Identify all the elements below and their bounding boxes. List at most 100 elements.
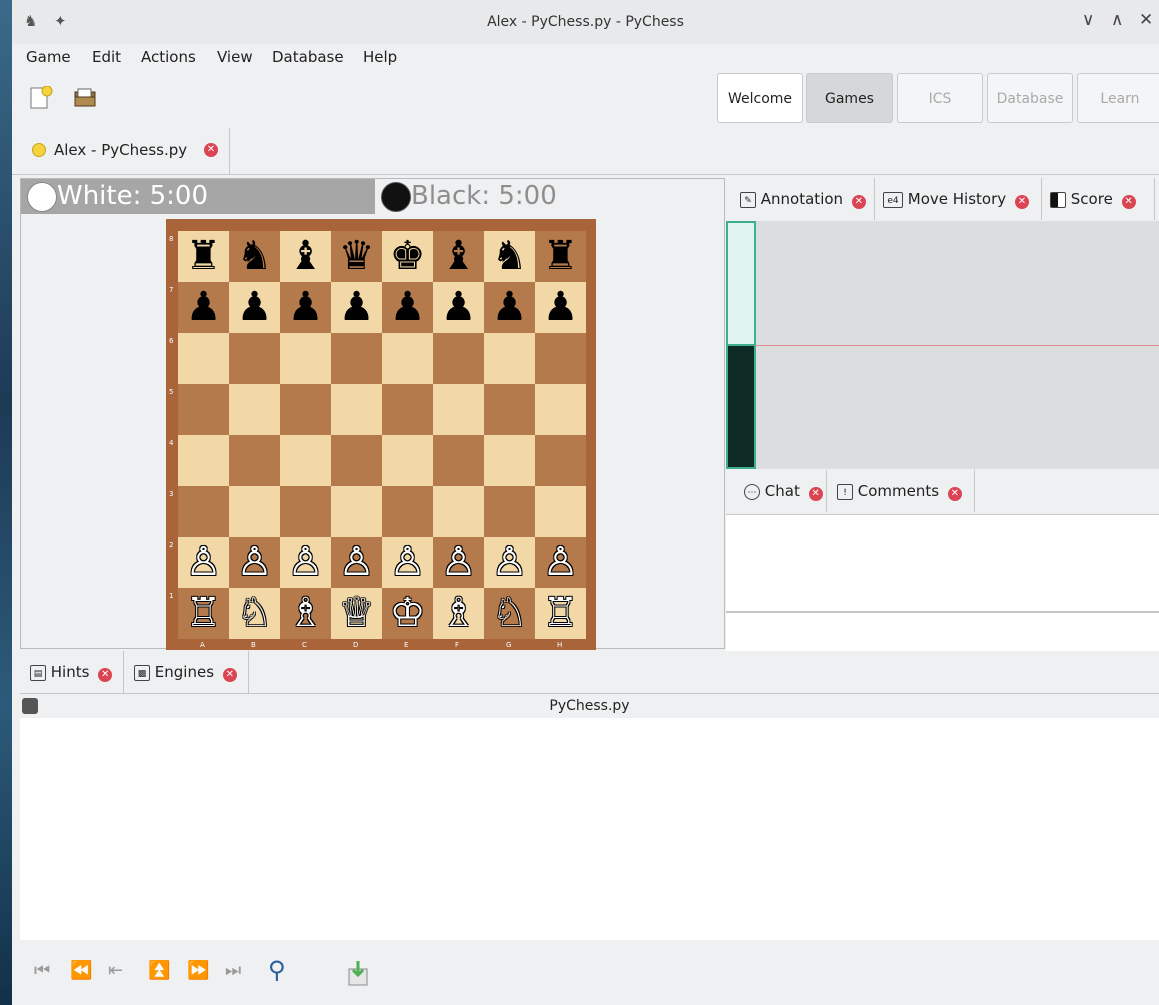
square-e4[interactable]: [382, 435, 433, 486]
perspective-welcome[interactable]: Welcome: [717, 73, 803, 123]
square-f6[interactable]: [433, 333, 484, 384]
square-h5[interactable]: [535, 384, 586, 435]
menu-help[interactable]: Help: [363, 48, 397, 66]
close-tab-icon[interactable]: ✕: [204, 143, 218, 157]
square-d4[interactable]: [331, 435, 382, 486]
tab-engines[interactable]: ▩ Engines ✕: [124, 651, 249, 693]
white-piece[interactable]: ♙: [178, 537, 229, 588]
black-piece[interactable]: ♟: [229, 282, 280, 333]
close-engines-icon[interactable]: ✕: [222, 668, 237, 682]
white-piece[interactable]: ♘: [229, 588, 280, 639]
square-g4[interactable]: [484, 435, 535, 486]
close-chat-icon[interactable]: ✕: [808, 487, 823, 501]
close-hints-icon[interactable]: ✕: [98, 668, 113, 682]
black-piece[interactable]: ♚: [382, 231, 433, 282]
white-piece[interactable]: ♖: [535, 588, 586, 639]
black-piece[interactable]: ♞: [484, 231, 535, 282]
perspective-games[interactable]: Games: [806, 73, 893, 123]
white-piece[interactable]: ♖: [178, 588, 229, 639]
menu-view[interactable]: View: [217, 48, 253, 66]
save-download-icon[interactable]: [347, 959, 369, 987]
black-piece[interactable]: ♞: [229, 231, 280, 282]
square-d3[interactable]: [331, 486, 382, 537]
square-c5[interactable]: [280, 384, 331, 435]
white-piece[interactable]: ♗: [433, 588, 484, 639]
black-piece[interactable]: ♟: [433, 282, 484, 333]
square-g6[interactable]: [484, 333, 535, 384]
maximize-icon[interactable]: ∧: [1111, 10, 1123, 30]
menu-game[interactable]: Game: [26, 48, 71, 66]
last-move-icon[interactable]: ⏭: [225, 960, 241, 981]
menu-database[interactable]: Database: [272, 48, 344, 66]
previous-move-icon[interactable]: ⏪: [70, 960, 92, 981]
tab-score[interactable]: Score ✕: [1042, 178, 1155, 220]
black-piece[interactable]: ♟: [331, 282, 382, 333]
close-score-icon[interactable]: ✕: [1121, 195, 1136, 209]
white-piece[interactable]: ♙: [484, 537, 535, 588]
black-piece[interactable]: ♟: [484, 282, 535, 333]
square-f4[interactable]: [433, 435, 484, 486]
black-piece[interactable]: ♜: [178, 231, 229, 282]
square-g5[interactable]: [484, 384, 535, 435]
square-b5[interactable]: [229, 384, 280, 435]
square-e5[interactable]: [382, 384, 433, 435]
square-b6[interactable]: [229, 333, 280, 384]
black-piece[interactable]: ♟: [535, 282, 586, 333]
tab-hints[interactable]: ▤ Hints ✕: [20, 651, 124, 693]
black-piece[interactable]: ♟: [280, 282, 331, 333]
menu-edit[interactable]: Edit: [92, 48, 121, 66]
minimize-icon[interactable]: ∨: [1082, 10, 1094, 30]
perspective-learn[interactable]: Learn: [1077, 73, 1159, 123]
black-piece[interactable]: ♟: [382, 282, 433, 333]
black-piece[interactable]: ♝: [280, 231, 331, 282]
tab-annotation[interactable]: ✎ Annotation ✕: [734, 178, 875, 220]
white-piece[interactable]: ♙: [535, 537, 586, 588]
score-graph[interactable]: [726, 221, 1159, 469]
white-piece[interactable]: ♕: [331, 588, 382, 639]
white-piece[interactable]: ♘: [484, 588, 535, 639]
black-piece[interactable]: ♝: [433, 231, 484, 282]
square-b3[interactable]: [229, 486, 280, 537]
new-game-icon[interactable]: [28, 86, 54, 110]
white-piece[interactable]: ♔: [382, 588, 433, 639]
square-c3[interactable]: [280, 486, 331, 537]
square-a4[interactable]: [178, 435, 229, 486]
perspective-database[interactable]: Database: [987, 73, 1073, 123]
open-game-icon[interactable]: [72, 86, 98, 110]
back-to-mainline-icon[interactable]: ⇤: [108, 960, 123, 981]
square-d5[interactable]: [331, 384, 382, 435]
square-c6[interactable]: [280, 333, 331, 384]
white-piece[interactable]: ♙: [280, 537, 331, 588]
tab-comments[interactable]: ! Comments ✕: [827, 470, 975, 512]
menu-actions[interactable]: Actions: [141, 48, 196, 66]
close-move-history-icon[interactable]: ✕: [1014, 195, 1029, 209]
game-tab[interactable]: Alex - PyChess.py ✕: [24, 128, 230, 174]
square-c4[interactable]: [280, 435, 331, 486]
chess-board[interactable]: ♜ ♞ ♝ ♛ ♚ ♝ ♞ ♜ ♟ ♟ ♟ ♟ ♟ ♟ ♟ ♟ ♙ ♙ ♙ ♙ ♙ ♙ ♙ ♙ ♖ ♘ ♗ ♕ ♔ ♗ ♘ ♖ 8 7 6 5 4 3 2 1…: [166, 219, 596, 650]
close-comments-icon[interactable]: ✕: [947, 487, 962, 501]
black-piece[interactable]: ♜: [535, 231, 586, 282]
square-b4[interactable]: [229, 435, 280, 486]
square-a5[interactable]: [178, 384, 229, 435]
square-h4[interactable]: [535, 435, 586, 486]
square-h3[interactable]: [535, 486, 586, 537]
black-piece[interactable]: ♛: [331, 231, 382, 282]
square-g3[interactable]: [484, 486, 535, 537]
white-piece[interactable]: ♙: [382, 537, 433, 588]
square-d6[interactable]: [331, 333, 382, 384]
square-e6[interactable]: [382, 333, 433, 384]
back-to-parent-icon[interactable]: ⏫: [148, 960, 170, 981]
square-e3[interactable]: [382, 486, 433, 537]
tab-chat[interactable]: ⋯ Chat ✕: [734, 470, 827, 512]
square-f3[interactable]: [433, 486, 484, 537]
next-move-icon[interactable]: ⏩: [187, 960, 209, 981]
white-piece[interactable]: ♗: [280, 588, 331, 639]
search-icon[interactable]: ⚲: [268, 956, 286, 984]
first-move-icon[interactable]: ⏮: [34, 960, 50, 981]
square-a3[interactable]: [178, 486, 229, 537]
close-icon[interactable]: ✕: [1139, 10, 1153, 30]
tab-move-history[interactable]: e4 Move History ✕: [875, 178, 1042, 220]
square-h6[interactable]: [535, 333, 586, 384]
white-piece[interactable]: ♙: [331, 537, 382, 588]
close-annotation-icon[interactable]: ✕: [851, 195, 866, 209]
